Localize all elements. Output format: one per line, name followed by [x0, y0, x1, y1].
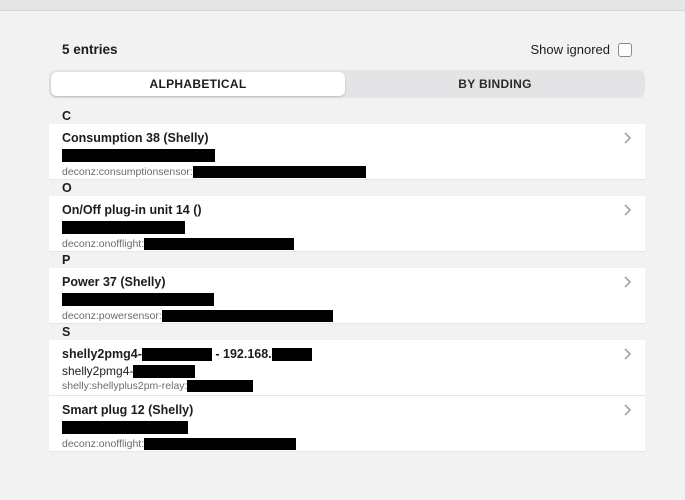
list-item-onoff-plug-14[interactable]: On/Off plug-in unit 14 () deconz:onoffli… — [49, 196, 645, 252]
sort-segmented-control: ALPHABETICAL BY BINDING — [49, 70, 645, 98]
chevron-right-icon[interactable] — [622, 276, 632, 288]
show-ignored-checkbox[interactable] — [618, 42, 632, 57]
section-header-c: C — [62, 109, 72, 123]
row-detail: deconz:consumptionsensor: — [62, 166, 645, 179]
redacted-block — [144, 438, 297, 451]
tab-by-binding[interactable]: BY BINDING — [347, 72, 643, 96]
row-title: shelly2pmg4- - 192.168. — [62, 347, 645, 362]
window-top-bar — [0, 0, 685, 11]
show-ignored-toggle[interactable]: Show ignored — [530, 42, 632, 57]
row-subtitle — [62, 220, 645, 235]
list-item-power-37[interactable]: Power 37 (Shelly) deconz:powersensor: — [49, 268, 645, 324]
show-ignored-label: Show ignored — [530, 42, 611, 57]
row-detail: deconz:onofflight: — [62, 438, 645, 451]
list-header: 5 entries Show ignored — [62, 40, 632, 60]
chevron-right-icon[interactable] — [622, 204, 632, 216]
list-item-consumption-38[interactable]: Consumption 38 (Shelly) deconz:consumpti… — [49, 124, 645, 180]
row-title: Consumption 38 (Shelly) — [62, 131, 209, 145]
section-header-p: P — [62, 253, 71, 267]
redacted-block — [144, 238, 295, 251]
redacted-block — [141, 348, 212, 362]
chevron-right-icon[interactable] — [622, 404, 632, 416]
chevron-right-icon[interactable] — [622, 348, 632, 360]
row-detail: deconz:onofflight: — [62, 238, 645, 251]
row-title: On/Off plug-in unit 14 () — [62, 203, 202, 217]
entry-list: C Consumption 38 (Shelly) deconz:consump… — [49, 108, 645, 452]
row-detail: shelly:shellyplus2pm-relay: — [62, 380, 645, 393]
row-title: Power 37 (Shelly) — [62, 275, 166, 289]
chevron-right-icon[interactable] — [622, 132, 632, 144]
redacted-block — [62, 421, 188, 435]
redacted-block — [62, 293, 214, 307]
entry-count: 5 entries — [62, 42, 118, 57]
row-subtitle — [62, 292, 645, 307]
section-header-o: O — [62, 181, 72, 195]
tab-alphabetical[interactable]: ALPHABETICAL — [51, 72, 345, 96]
redacted-block — [62, 221, 185, 235]
row-detail: deconz:powersensor: — [62, 310, 645, 323]
row-subtitle — [62, 148, 645, 163]
redacted-block — [187, 380, 254, 393]
redacted-block — [62, 149, 215, 163]
row-title: Smart plug 12 (Shelly) — [62, 403, 194, 417]
section-header-s: S — [62, 325, 71, 339]
redacted-block — [133, 365, 196, 379]
redacted-block — [271, 348, 312, 362]
redacted-block — [192, 166, 366, 179]
row-subtitle — [62, 420, 645, 435]
list-item-shelly2pmg4[interactable]: shelly2pmg4- - 192.168. shelly2pmg4- she… — [49, 340, 645, 396]
list-item-smart-plug-12[interactable]: Smart plug 12 (Shelly) deconz:onofflight… — [49, 396, 645, 452]
redacted-block — [161, 310, 333, 323]
row-subtitle: shelly2pmg4- — [62, 364, 645, 379]
